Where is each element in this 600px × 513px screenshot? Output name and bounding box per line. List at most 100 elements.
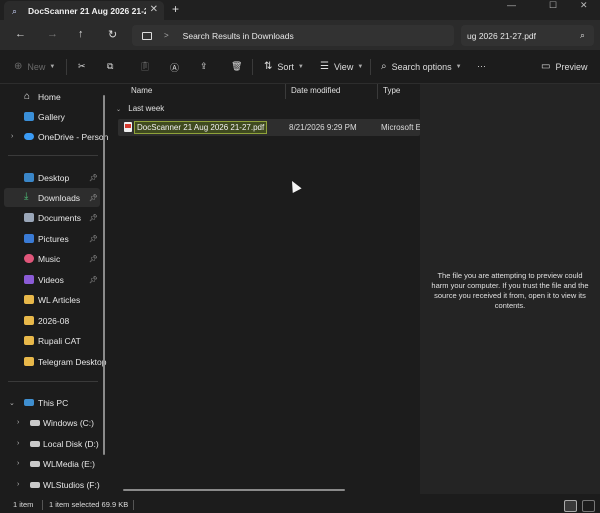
close-window-button[interactable]: ✕ xyxy=(580,0,588,11)
minimize-button[interactable]: — xyxy=(507,0,516,10)
chevron-right-icon[interactable]: › xyxy=(17,460,19,467)
chevron-right-icon[interactable]: › xyxy=(17,481,19,488)
table-row[interactable]: DocScanner 21 Aug 2026 21-27.pdf 8/21/20… xyxy=(118,119,420,136)
sidebar-item-telegram-desktop[interactable]: Telegram Desktop xyxy=(0,352,107,371)
search-options-label: Search options xyxy=(391,61,452,72)
share-icon[interactable]: ⇪ xyxy=(200,61,208,72)
new-button[interactable]: ⊕ New ▼ xyxy=(14,61,55,72)
view-button[interactable]: ☰ View ▼ xyxy=(320,61,363,72)
sidebar-item-home[interactable]: ⌂ Home xyxy=(0,87,100,106)
sidebar-item-label: Pictures xyxy=(38,233,69,244)
more-options-icon[interactable]: ··· xyxy=(477,61,486,71)
status-divider xyxy=(133,500,134,510)
search-input[interactable]: ug 2026 21-27.pdf ⌕ xyxy=(461,25,594,46)
details-view-icon[interactable] xyxy=(564,500,577,512)
sidebar-scrollbar[interactable] xyxy=(103,95,105,455)
sidebar-item-label: Telegram Desktop xyxy=(38,356,107,367)
breadcrumb-path: Search Results in Downloads xyxy=(182,30,294,41)
sidebar-item-this-pc[interactable]: ⌄ This PC xyxy=(0,393,100,412)
breadcrumb-chevron-icon: > xyxy=(164,31,169,40)
sidebar-item-music[interactable]: Music 📌︎ xyxy=(0,249,100,268)
sidebar-item-wl-articles[interactable]: WL Articles xyxy=(0,290,100,309)
sort-button[interactable]: ⇅ Sort ▼ xyxy=(264,61,304,72)
window-tab[interactable]: ⌕ DocScanner 21 Aug 2026 21-2 ✕ xyxy=(4,1,164,20)
chevron-right-icon[interactable]: › xyxy=(17,419,19,426)
sidebar-item-videos[interactable]: Videos 📌︎ xyxy=(0,270,100,289)
sidebar-item-rupali-cat[interactable]: Rupali CAT xyxy=(0,331,100,350)
sidebar-item-2026-08[interactable]: 2026-08 xyxy=(0,311,100,330)
refresh-icon[interactable]: ↻ xyxy=(108,28,117,41)
sidebar-item-label: Documents xyxy=(38,212,81,223)
sidebar-item-wlstudios-f[interactable]: › WLStudios (F:) xyxy=(0,475,100,494)
sidebar-item-onedrive[interactable]: › OneDrive - Person xyxy=(0,127,108,146)
column-header-type[interactable]: Type xyxy=(378,86,400,101)
sidebar-item-windows-c[interactable]: › Windows (C:) xyxy=(0,413,100,432)
copy-icon[interactable]: ⧉ xyxy=(107,61,113,72)
command-bar: ⊕ New ▼ ✂ ⧉ 📋︎ Ⓐ ⇪ 🗑︎ ⇅ Sort ▼ ☰ View ▼ … xyxy=(0,50,600,84)
sidebar-item-gallery[interactable]: Gallery xyxy=(0,107,100,126)
pin-icon[interactable]: 📌︎ xyxy=(89,214,98,222)
toolbar-divider xyxy=(370,59,371,75)
new-tab-button[interactable]: + xyxy=(172,2,179,16)
sidebar-item-downloads[interactable]: ⤓ Downloads 📌︎ xyxy=(4,188,100,207)
sidebar-item-wlmedia-e[interactable]: › WLMedia (E:) xyxy=(0,454,100,473)
sidebar-item-pictures[interactable]: Pictures 📌︎ xyxy=(0,229,100,248)
column-header-name[interactable]: Name xyxy=(126,86,152,101)
status-divider xyxy=(42,500,43,510)
preview-pane: The file you are attempting to preview c… xyxy=(420,84,600,494)
chevron-down-icon: ▼ xyxy=(357,63,364,70)
sidebar-item-documents[interactable]: Documents 📌︎ xyxy=(0,208,100,227)
pin-icon[interactable]: 📌︎ xyxy=(89,194,98,202)
sidebar-item-label: OneDrive - Person xyxy=(38,131,109,142)
file-list: Name Date modified Type ⌄ Last week DocS… xyxy=(113,84,420,494)
chevron-right-icon[interactable]: › xyxy=(11,133,13,140)
search-options-button[interactable]: ⌕ Search options ▼ xyxy=(381,61,462,72)
drive-icon xyxy=(30,461,40,467)
pin-icon[interactable]: 📌︎ xyxy=(89,235,98,243)
pin-icon[interactable]: 📌︎ xyxy=(89,276,98,284)
drive-icon xyxy=(30,420,40,426)
cut-icon[interactable]: ✂ xyxy=(78,61,86,72)
rename-icon[interactable]: Ⓐ xyxy=(170,61,179,74)
sidebar-item-label: WLStudios (F:) xyxy=(43,479,100,490)
preview-label: Preview xyxy=(555,61,588,72)
sidebar-item-label: Downloads xyxy=(38,192,81,203)
pin-icon[interactable]: 📌︎ xyxy=(89,255,98,263)
file-name-rename-field[interactable]: DocScanner 21 Aug 2026 21-27.pdf xyxy=(134,121,268,134)
folder-icon xyxy=(24,336,34,345)
pdf-file-icon xyxy=(124,122,132,132)
tab-close-button[interactable]: ✕ xyxy=(150,4,158,15)
sidebar-item-label: Music xyxy=(38,253,61,264)
chevron-down-icon: ▼ xyxy=(49,63,56,70)
file-type: Microsoft E xyxy=(381,123,420,132)
paste-icon[interactable]: 📋︎ xyxy=(139,61,150,72)
sidebar-item-label: WL Articles xyxy=(38,294,81,305)
preview-warning-message: The file you are attempting to preview c… xyxy=(431,271,589,310)
sidebar-item-desktop[interactable]: Desktop 📌︎ xyxy=(0,168,100,187)
group-label: Last week xyxy=(128,104,165,113)
maximize-button[interactable]: ☐ xyxy=(549,0,557,11)
horizontal-scrollbar[interactable] xyxy=(123,489,345,491)
gallery-icon xyxy=(24,112,34,121)
new-label: New xyxy=(27,61,46,72)
address-field[interactable]: > Search Results in Downloads xyxy=(132,25,454,46)
folder-icon xyxy=(24,295,34,304)
group-header[interactable]: ⌄ Last week xyxy=(116,104,164,113)
plus-circle-icon: ⊕ xyxy=(14,61,23,72)
chevron-right-icon[interactable]: › xyxy=(17,440,19,447)
sidebar-item-local-disk-d[interactable]: › Local Disk (D:) xyxy=(0,434,100,453)
search-icon[interactable]: ⌕ xyxy=(580,30,585,41)
pin-icon[interactable]: 📌︎ xyxy=(89,174,98,182)
forward-arrow-icon[interactable]: → xyxy=(47,28,58,40)
column-header-date[interactable]: Date modified xyxy=(286,86,340,101)
title-bar: ⌕ DocScanner 21 Aug 2026 21-2 ✕ + — ☐ ✕ xyxy=(0,0,600,20)
chevron-down-icon[interactable]: ⌄ xyxy=(9,399,15,407)
tiles-view-icon[interactable] xyxy=(582,500,595,512)
music-icon xyxy=(24,254,34,263)
search-value: ug 2026 21-27.pdf xyxy=(467,30,537,41)
up-arrow-icon[interactable]: ↑ xyxy=(78,28,84,40)
preview-pane-button[interactable]: ▭ Preview xyxy=(541,61,587,72)
status-bar: 1 item 1 item selected 69.9 KB xyxy=(0,496,600,513)
back-arrow-icon[interactable]: ← xyxy=(15,28,26,40)
delete-icon[interactable]: 🗑︎ xyxy=(231,61,242,72)
